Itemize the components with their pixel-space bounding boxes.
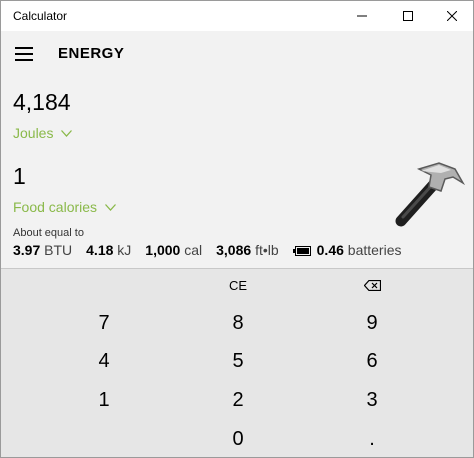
minimize-icon	[357, 15, 367, 17]
key-2[interactable]: 2	[178, 382, 298, 418]
window-title: Calculator	[13, 9, 68, 23]
chevron-down-icon	[105, 203, 117, 211]
clear-entry-button[interactable]: CE	[178, 269, 298, 301]
calculator-window: Calculator ENERGY 4,184 Joules 1 Food ca…	[0, 0, 474, 458]
equivalent-item: 4.18 kJ	[86, 242, 132, 258]
about-equal-label: About equal to	[13, 227, 84, 239]
key-3[interactable]: 3	[312, 382, 432, 418]
key-1[interactable]: 1	[44, 382, 164, 418]
to-unit-dropdown[interactable]: Food calories	[13, 199, 117, 215]
key-6[interactable]: 6	[312, 343, 432, 379]
backspace-button[interactable]	[312, 269, 432, 301]
equivalents-row: 3.97 BTU 4.18 kJ 1,000 cal 3,086 ft•lb 0…	[13, 242, 415, 258]
key-0[interactable]: 0	[178, 421, 298, 457]
close-icon	[447, 11, 457, 21]
maximize-button[interactable]	[385, 1, 431, 31]
equivalent-item: 3.97 BTU	[13, 242, 73, 258]
to-value[interactable]: 1	[13, 163, 26, 190]
backspace-icon	[363, 279, 381, 291]
decimal-point-button[interactable]: .	[312, 421, 432, 457]
maximize-icon	[403, 11, 413, 21]
to-unit-label: Food calories	[13, 199, 98, 215]
hamburger-menu-icon[interactable]	[15, 47, 35, 61]
key-9[interactable]: 9	[312, 305, 432, 341]
battery-icon	[292, 246, 311, 257]
hammer-logo	[395, 162, 466, 227]
equivalent-item: 3,086 ft•lb	[216, 242, 279, 258]
title-bar[interactable]: Calculator	[1, 1, 473, 31]
from-unit-dropdown[interactable]: Joules	[13, 125, 73, 141]
chevron-down-icon	[61, 129, 73, 137]
equivalent-item: 0.46 batteries	[292, 242, 401, 258]
from-unit-label: Joules	[13, 125, 54, 141]
keypad: CE 7 8 9 4 5 6 1 2 3 0 .	[1, 268, 473, 457]
minimize-button[interactable]	[339, 1, 385, 31]
key-5[interactable]: 5	[178, 343, 298, 379]
key-8[interactable]: 8	[178, 305, 298, 341]
mode-title: ENERGY	[58, 45, 125, 62]
equivalent-item: 1,000 cal	[145, 242, 203, 258]
key-4[interactable]: 4	[44, 343, 164, 379]
key-7[interactable]: 7	[44, 305, 164, 341]
close-button[interactable]	[429, 1, 473, 31]
from-value[interactable]: 4,184	[13, 89, 71, 116]
